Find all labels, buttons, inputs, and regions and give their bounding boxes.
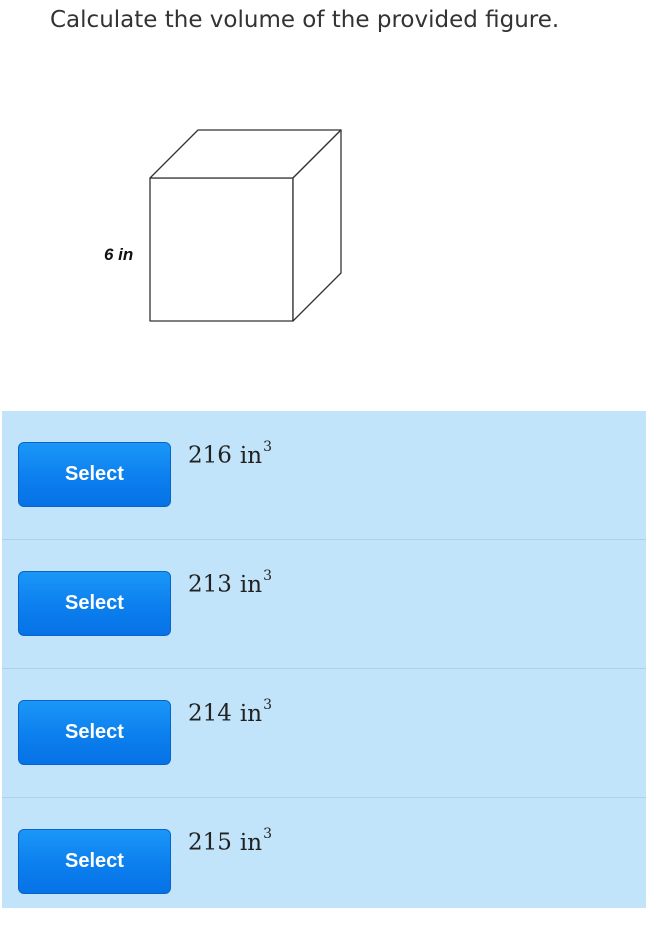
answer-exponent: 3 (263, 697, 272, 713)
select-button-3[interactable]: Select (18, 700, 171, 765)
cube-figure: 6 in (0, 110, 646, 350)
answer-number: 215 (188, 829, 232, 856)
answer-number: 213 (188, 571, 232, 598)
answer-unit: in (239, 700, 263, 727)
answer-choices: Select 216 in3 Select 213 in3 Select 214 in… (2, 411, 646, 908)
answer-unit: in (239, 442, 263, 469)
cube-front-face (149, 177, 294, 322)
select-button-1[interactable]: Select (18, 442, 171, 507)
select-button-4[interactable]: Select (18, 829, 171, 894)
answer-value-3: 214 in3 (188, 697, 272, 727)
answer-value-1: 216 in3 (188, 439, 272, 469)
answer-option-2: Select 213 in3 (2, 540, 646, 669)
answer-option-3: Select 214 in3 (2, 669, 646, 798)
cube-diagram: 6 in (104, 129, 342, 322)
answer-value-2: 213 in3 (188, 568, 272, 598)
answer-exponent: 3 (263, 568, 272, 584)
answer-exponent: 3 (263, 826, 272, 842)
answer-exponent: 3 (263, 439, 272, 455)
answer-unit: in (239, 829, 263, 856)
answer-number: 216 (188, 442, 232, 469)
question-text: Calculate the volume of the provided fig… (50, 7, 560, 33)
answer-number: 214 (188, 700, 232, 727)
answer-unit: in (239, 571, 263, 598)
answer-option-1: Select 216 in3 (2, 411, 646, 540)
answer-value-4: 215 in3 (188, 826, 272, 856)
cube-side-label: 6 in (104, 245, 133, 264)
select-button-2[interactable]: Select (18, 571, 171, 636)
